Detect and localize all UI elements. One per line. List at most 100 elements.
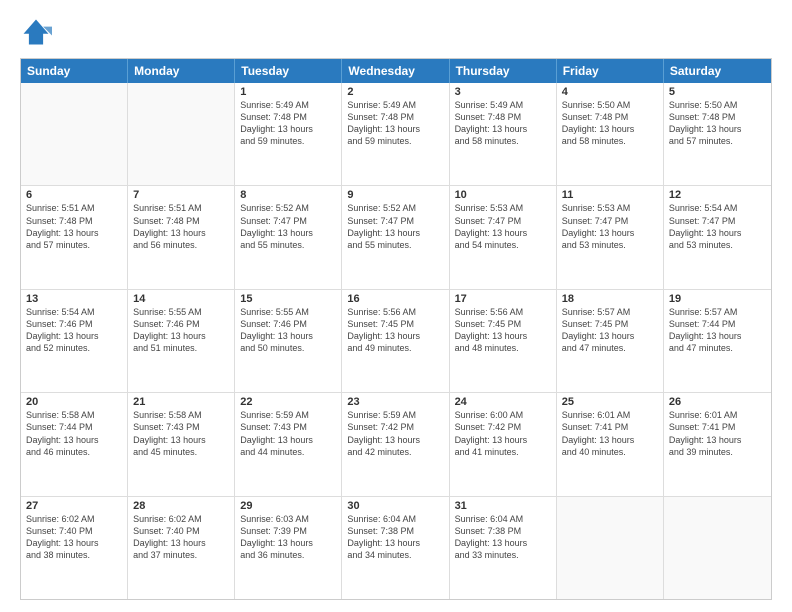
- weekday-header-sunday: Sunday: [21, 59, 128, 83]
- calendar-cell: [557, 497, 664, 599]
- cell-info-line: Daylight: 13 hours: [455, 227, 551, 239]
- day-number: 10: [455, 189, 551, 201]
- cell-info-line: Daylight: 13 hours: [347, 434, 443, 446]
- cell-info-line: Sunset: 7:47 PM: [240, 215, 336, 227]
- cell-info-line: Daylight: 13 hours: [347, 537, 443, 549]
- cell-info-line: Daylight: 13 hours: [669, 123, 766, 135]
- cell-info-line: Sunset: 7:39 PM: [240, 525, 336, 537]
- cell-info-line: Sunrise: 5:50 AM: [669, 99, 766, 111]
- calendar-cell: 20Sunrise: 5:58 AMSunset: 7:44 PMDayligh…: [21, 393, 128, 495]
- cell-info-line: Sunset: 7:42 PM: [455, 421, 551, 433]
- weekday-header-monday: Monday: [128, 59, 235, 83]
- day-number: 28: [133, 500, 229, 512]
- calendar-cell: 31Sunrise: 6:04 AMSunset: 7:38 PMDayligh…: [450, 497, 557, 599]
- cell-info-line: and 42 minutes.: [347, 446, 443, 458]
- cell-info-line: and 58 minutes.: [455, 135, 551, 147]
- calendar-week-4: 20Sunrise: 5:58 AMSunset: 7:44 PMDayligh…: [21, 393, 771, 496]
- calendar-cell: 7Sunrise: 5:51 AMSunset: 7:48 PMDaylight…: [128, 186, 235, 288]
- cell-info-line: Sunrise: 5:53 AM: [562, 202, 658, 214]
- day-number: 23: [347, 396, 443, 408]
- cell-info-line: Daylight: 13 hours: [240, 227, 336, 239]
- cell-info-line: and 38 minutes.: [26, 549, 122, 561]
- calendar-cell: 10Sunrise: 5:53 AMSunset: 7:47 PMDayligh…: [450, 186, 557, 288]
- day-number: 20: [26, 396, 122, 408]
- cell-info-line: Sunrise: 6:04 AM: [347, 513, 443, 525]
- calendar-cell: [21, 83, 128, 185]
- calendar-cell: [664, 497, 771, 599]
- cell-info-line: Sunset: 7:43 PM: [133, 421, 229, 433]
- cell-info-line: Daylight: 13 hours: [347, 123, 443, 135]
- cell-info-line: Sunset: 7:43 PM: [240, 421, 336, 433]
- cell-info-line: Daylight: 13 hours: [669, 330, 766, 342]
- cell-info-line: Sunset: 7:48 PM: [669, 111, 766, 123]
- logo-icon: [20, 16, 52, 48]
- cell-info-line: Daylight: 13 hours: [455, 330, 551, 342]
- calendar-cell: 8Sunrise: 5:52 AMSunset: 7:47 PMDaylight…: [235, 186, 342, 288]
- cell-info-line: Sunrise: 5:49 AM: [455, 99, 551, 111]
- cell-info-line: Daylight: 13 hours: [26, 537, 122, 549]
- day-number: 22: [240, 396, 336, 408]
- logo: [20, 16, 56, 48]
- weekday-header-tuesday: Tuesday: [235, 59, 342, 83]
- cell-info-line: Sunset: 7:48 PM: [347, 111, 443, 123]
- weekday-header-wednesday: Wednesday: [342, 59, 449, 83]
- cell-info-line: Sunset: 7:38 PM: [455, 525, 551, 537]
- cell-info-line: Sunrise: 5:57 AM: [669, 306, 766, 318]
- cell-info-line: Sunrise: 5:51 AM: [26, 202, 122, 214]
- day-number: 26: [669, 396, 766, 408]
- calendar-cell: 22Sunrise: 5:59 AMSunset: 7:43 PMDayligh…: [235, 393, 342, 495]
- calendar-week-1: 1Sunrise: 5:49 AMSunset: 7:48 PMDaylight…: [21, 83, 771, 186]
- calendar-cell: 28Sunrise: 6:02 AMSunset: 7:40 PMDayligh…: [128, 497, 235, 599]
- cell-info-line: Daylight: 13 hours: [240, 434, 336, 446]
- cell-info-line: Sunset: 7:48 PM: [26, 215, 122, 227]
- cell-info-line: Sunset: 7:45 PM: [347, 318, 443, 330]
- day-number: 1: [240, 86, 336, 98]
- cell-info-line: and 55 minutes.: [347, 239, 443, 251]
- day-number: 13: [26, 293, 122, 305]
- cell-info-line: Daylight: 13 hours: [562, 330, 658, 342]
- calendar-week-2: 6Sunrise: 5:51 AMSunset: 7:48 PMDaylight…: [21, 186, 771, 289]
- cell-info-line: Sunrise: 5:49 AM: [347, 99, 443, 111]
- cell-info-line: Daylight: 13 hours: [133, 434, 229, 446]
- day-number: 11: [562, 189, 658, 201]
- calendar-cell: 11Sunrise: 5:53 AMSunset: 7:47 PMDayligh…: [557, 186, 664, 288]
- cell-info-line: and 52 minutes.: [26, 342, 122, 354]
- cell-info-line: Sunset: 7:47 PM: [562, 215, 658, 227]
- cell-info-line: Daylight: 13 hours: [133, 537, 229, 549]
- cell-info-line: Sunset: 7:40 PM: [133, 525, 229, 537]
- cell-info-line: Sunrise: 5:55 AM: [133, 306, 229, 318]
- calendar-cell: 5Sunrise: 5:50 AMSunset: 7:48 PMDaylight…: [664, 83, 771, 185]
- cell-info-line: Sunset: 7:48 PM: [562, 111, 658, 123]
- cell-info-line: Sunset: 7:46 PM: [240, 318, 336, 330]
- cell-info-line: Sunrise: 6:04 AM: [455, 513, 551, 525]
- day-number: 4: [562, 86, 658, 98]
- cell-info-line: Sunset: 7:41 PM: [669, 421, 766, 433]
- cell-info-line: Daylight: 13 hours: [455, 123, 551, 135]
- cell-info-line: Daylight: 13 hours: [347, 330, 443, 342]
- cell-info-line: Sunrise: 5:53 AM: [455, 202, 551, 214]
- day-number: 15: [240, 293, 336, 305]
- calendar-header: SundayMondayTuesdayWednesdayThursdayFrid…: [21, 59, 771, 83]
- cell-info-line: Sunrise: 6:00 AM: [455, 409, 551, 421]
- day-number: 31: [455, 500, 551, 512]
- day-number: 16: [347, 293, 443, 305]
- day-number: 7: [133, 189, 229, 201]
- cell-info-line: Sunrise: 5:55 AM: [240, 306, 336, 318]
- cell-info-line: and 51 minutes.: [133, 342, 229, 354]
- cell-info-line: Daylight: 13 hours: [133, 330, 229, 342]
- cell-info-line: Sunrise: 5:54 AM: [26, 306, 122, 318]
- cell-info-line: and 36 minutes.: [240, 549, 336, 561]
- cell-info-line: Sunrise: 5:51 AM: [133, 202, 229, 214]
- cell-info-line: Sunrise: 5:59 AM: [347, 409, 443, 421]
- cell-info-line: Sunset: 7:48 PM: [240, 111, 336, 123]
- cell-info-line: Sunrise: 5:52 AM: [240, 202, 336, 214]
- cell-info-line: Sunset: 7:47 PM: [669, 215, 766, 227]
- cell-info-line: Daylight: 13 hours: [669, 227, 766, 239]
- calendar-cell: 1Sunrise: 5:49 AMSunset: 7:48 PMDaylight…: [235, 83, 342, 185]
- cell-info-line: Sunrise: 5:54 AM: [669, 202, 766, 214]
- cell-info-line: and 56 minutes.: [133, 239, 229, 251]
- day-number: 5: [669, 86, 766, 98]
- cell-info-line: Daylight: 13 hours: [455, 434, 551, 446]
- day-number: 2: [347, 86, 443, 98]
- cell-info-line: and 54 minutes.: [455, 239, 551, 251]
